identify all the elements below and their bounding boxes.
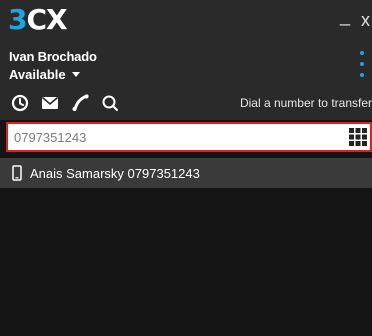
toolbar bbox=[10, 93, 130, 113]
dial-hint: Dial a number to transfer bbox=[239, 96, 372, 110]
dialpad-icon[interactable] bbox=[348, 127, 368, 147]
app-logo: 3CX bbox=[8, 3, 68, 36]
minimize-button[interactable]: _ bbox=[340, 6, 350, 26]
chevron-down-icon bbox=[71, 72, 80, 77]
kebab-dot bbox=[360, 51, 364, 55]
kebab-dot bbox=[360, 62, 364, 66]
kebab-dot bbox=[360, 73, 364, 77]
call-icon[interactable] bbox=[70, 93, 90, 113]
title-bar: 3CX _ x bbox=[0, 0, 372, 40]
contact-number: 0797351243 bbox=[127, 165, 200, 181]
user-name: Ivan Brochado bbox=[9, 49, 97, 64]
mobile-phone-icon bbox=[12, 165, 22, 181]
contact-name: Anais Samarsky bbox=[30, 165, 124, 181]
voicemail-icon[interactable] bbox=[40, 93, 60, 113]
status-label: Available bbox=[9, 67, 66, 82]
status-dropdown[interactable]: Available bbox=[9, 67, 80, 82]
dial-search-box bbox=[6, 122, 372, 152]
search-icon[interactable] bbox=[100, 93, 120, 113]
close-button[interactable]: x bbox=[361, 10, 370, 30]
dial-input[interactable] bbox=[8, 124, 340, 150]
more-menu-button[interactable] bbox=[358, 51, 366, 77]
history-icon[interactable] bbox=[10, 93, 30, 113]
list-item[interactable]: Anais Samarsky 0797351243 bbox=[0, 158, 372, 188]
user-header: Ivan Brochado Available Dial a number to… bbox=[0, 40, 372, 120]
